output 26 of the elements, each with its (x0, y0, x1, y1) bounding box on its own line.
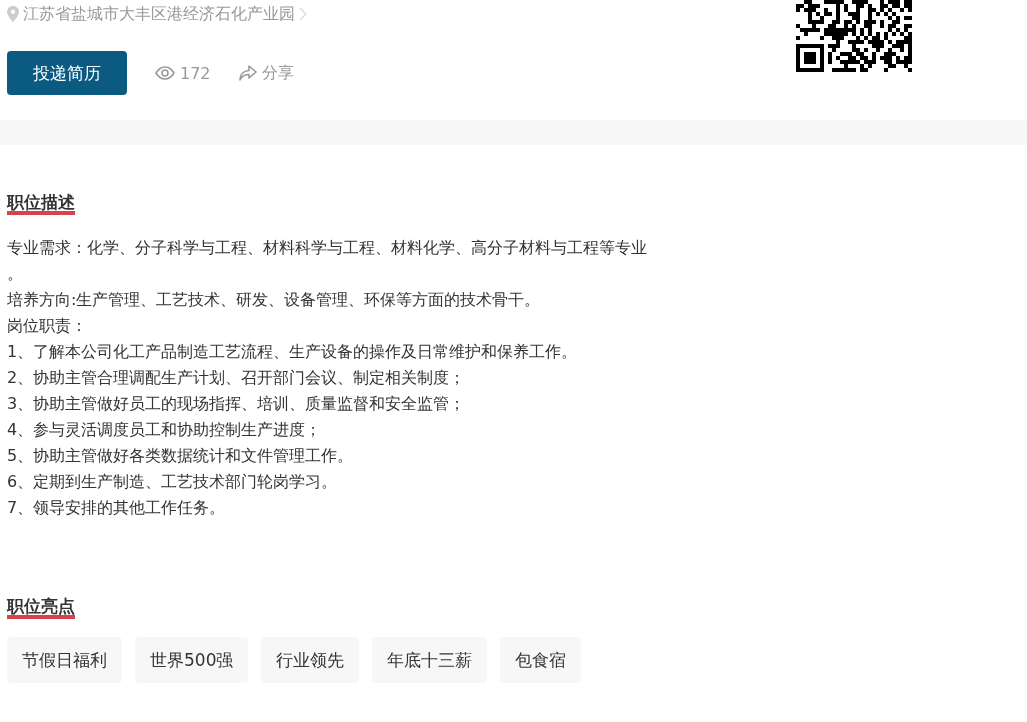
highlight-tag: 年底十三薪 (372, 637, 488, 683)
description-line: 6、定期到生产制造、工艺技术部门轮岗学习。 (7, 471, 339, 493)
share-icon (238, 65, 257, 81)
highlight-tag: 行业领先 (261, 637, 360, 683)
description-line: 。 (7, 263, 24, 285)
highlight-tag: 节假日福利 (7, 637, 122, 683)
description-line: 岗位职责： (7, 315, 88, 337)
section-title: 职位亮点 (7, 597, 75, 619)
section-title: 职位描述 (7, 193, 75, 215)
apply-button[interactable]: 投递简历 (7, 51, 127, 95)
highlight-tag: 世界500强 (135, 637, 249, 683)
highlight-tag: 包食宿 (500, 637, 582, 683)
share-link[interactable]: 分享 (261, 62, 294, 84)
view-count: 172 (180, 63, 211, 83)
eye-icon (155, 66, 175, 80)
description-line: 4、参与灵活调度员工和协助控制生产进度； (7, 419, 323, 441)
description-line: 1、了解本公司化工产品制造工艺流程、生产设备的操作及日常维护和保养工作。 (7, 341, 579, 363)
address-text[interactable]: 江苏省盐城市大丰区港经济石化产业园 (23, 3, 295, 25)
location-pin-icon (7, 6, 19, 22)
chevron-right-icon (299, 7, 307, 21)
description-line: 7、领导安排的其他工作任务。 (7, 497, 227, 519)
description-line: 培养方向:生产管理、工艺技术、研发、设备管理、环保等方面的技术骨干。 (7, 289, 542, 311)
description-line: 专业需求：化学、分子科学与工程、材料科学与工程、材料化学、高分子材料与工程等专业 (7, 237, 648, 259)
description-line: 3、协助主管做好员工的现场指挥、培训、质量监督和安全监管； (7, 393, 467, 415)
description-line: 2、协助主管合理调配生产计划、召开部门会议、制定相关制度； (7, 367, 467, 389)
description-line: 5、协助主管做好各类数据统计和文件管理工作。 (7, 445, 355, 467)
